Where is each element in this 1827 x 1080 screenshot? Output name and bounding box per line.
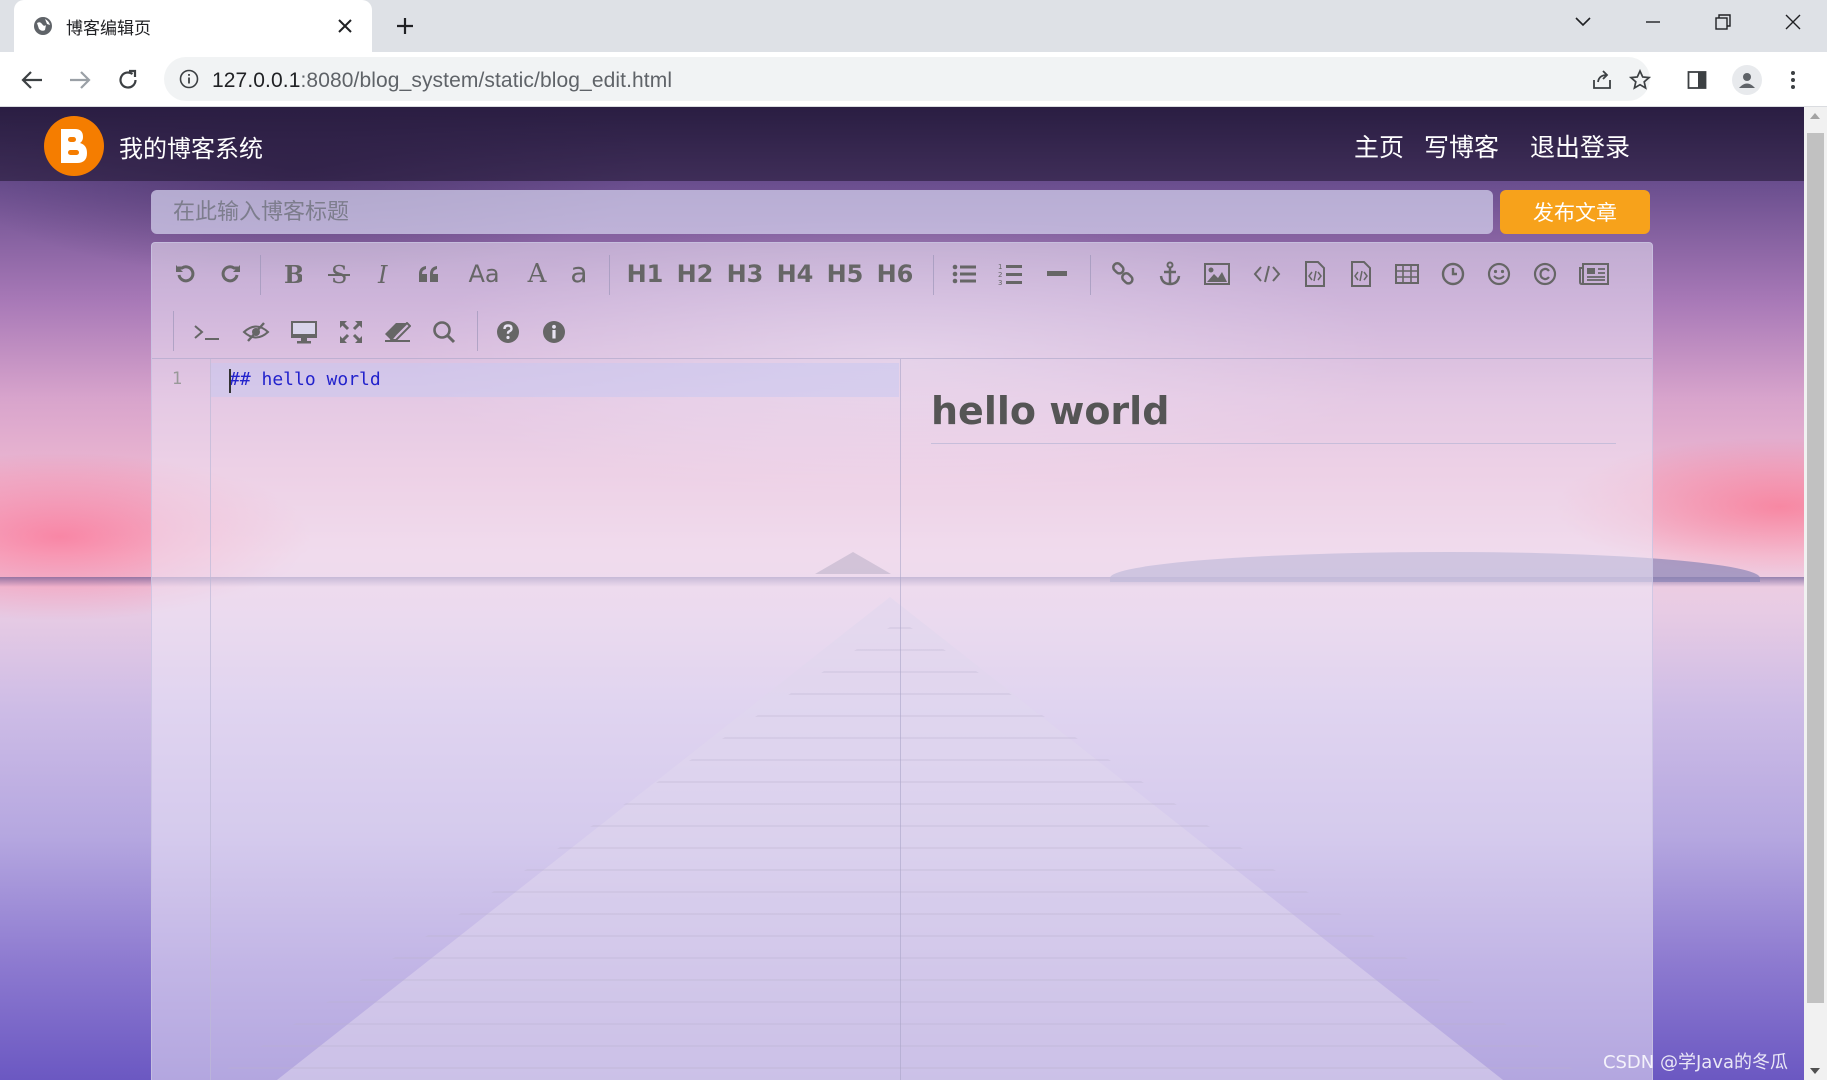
case-toggle-button[interactable]: Aa [462, 257, 506, 291]
heading-h4-button[interactable]: H4 [775, 257, 815, 291]
svg-text:1: 1 [998, 263, 1002, 271]
strikethrough-icon[interactable]: S [324, 257, 354, 291]
more-menu-icon[interactable] [1778, 65, 1808, 95]
toolbar-divider [260, 255, 261, 295]
scrollbar-thumb[interactable] [1807, 133, 1824, 1003]
forward-arrow-icon[interactable] [62, 62, 98, 98]
unordered-list-icon[interactable] [949, 257, 979, 291]
url-text: 127.0.0.1:8080/blog_system/static/blog_e… [212, 69, 672, 93]
help-question-icon[interactable] [493, 315, 523, 349]
heading-h1-button[interactable]: H1 [625, 257, 665, 291]
toolbar-divider [173, 311, 174, 351]
preview-monitor-icon[interactable] [287, 315, 321, 349]
bold-icon[interactable]: B [277, 257, 307, 291]
preformatted-text-icon[interactable] [1346, 257, 1376, 291]
terminal-goto-line-icon[interactable] [190, 315, 224, 349]
horizontal-rule-icon[interactable] [1042, 257, 1072, 291]
address-bar[interactable]: 127.0.0.1:8080/blog_system/static/blog_e… [164, 57, 1653, 101]
reload-icon[interactable] [110, 62, 146, 98]
emoji-smile-icon[interactable] [1484, 257, 1514, 291]
redo-icon[interactable] [216, 257, 246, 291]
side-panel-icon[interactable] [1682, 65, 1712, 95]
back-arrow-icon[interactable] [14, 62, 50, 98]
tab-title: 博客编辑页 [66, 18, 151, 39]
italic-icon[interactable]: I [370, 257, 400, 291]
blog-title-input[interactable] [151, 190, 1493, 234]
blockquote-icon[interactable] [414, 257, 444, 291]
ordered-list-icon[interactable]: 123 [995, 257, 1025, 291]
fullscreen-expand-icon[interactable] [334, 315, 368, 349]
markdown-code-pane[interactable]: 1 ## hello world [152, 359, 901, 1080]
heading-h2-button[interactable]: H2 [675, 257, 715, 291]
nav-write-blog-link[interactable]: 写博客 [1424, 128, 1499, 164]
browser-toolbar: 127.0.0.1:8080/blog_system/static/blog_e… [0, 52, 1827, 107]
publish-button[interactable]: 发布文章 [1500, 190, 1650, 234]
inline-code-icon[interactable] [1250, 257, 1284, 291]
minimize-icon[interactable] [1620, 0, 1686, 44]
lowercase-button[interactable]: a [564, 255, 594, 289]
page-scrollbar[interactable] [1804, 107, 1827, 1080]
restore-icon[interactable] [1690, 0, 1756, 44]
profile-avatar-icon[interactable] [1732, 65, 1762, 95]
text-cursor [229, 369, 231, 393]
bookmark-star-icon[interactable] [1627, 67, 1653, 93]
toolbar-divider [609, 255, 610, 295]
svg-text:2: 2 [998, 271, 1002, 279]
line-number: 1 [171, 369, 183, 389]
scroll-up-arrow-icon[interactable] [1810, 113, 1820, 119]
markdown-editor: B S I Aa A a H1 H2 H3 H4 H5 H6 1 2 3 1 #… [151, 242, 1653, 1080]
svg-text:I: I [377, 262, 388, 286]
globe-icon [32, 15, 54, 37]
heading-h6-button[interactable]: H6 [875, 257, 915, 291]
site-title: 我的博客系统 [119, 135, 263, 163]
close-tab-icon[interactable] [332, 13, 358, 39]
scroll-down-arrow-icon[interactable] [1810, 1068, 1820, 1074]
watch-eye-slash-icon[interactable] [239, 315, 273, 349]
site-info-icon[interactable] [178, 68, 200, 90]
undo-icon[interactable] [170, 257, 200, 291]
svg-text:B: B [284, 262, 302, 286]
nav-home-link[interactable]: 主页 [1354, 128, 1404, 164]
blog-title-field [151, 190, 1493, 234]
heading-h3-button[interactable]: H3 [725, 257, 765, 291]
url-path: :8080/blog_system/static/blog_edit.html [300, 69, 673, 92]
tab-strip: 博客编辑页 [0, 0, 1827, 52]
new-tab-icon[interactable] [390, 11, 420, 41]
markdown-code-line[interactable]: ## hello world [229, 369, 381, 390]
link-icon[interactable] [1108, 257, 1138, 291]
html-entities-copyright-icon[interactable] [1530, 257, 1560, 291]
toolbar-divider [477, 311, 478, 351]
browser-tab[interactable]: 博客编辑页 [14, 0, 372, 52]
markdown-preview-pane: hello world [901, 359, 1652, 1080]
uppercase-button[interactable]: A [522, 257, 552, 291]
watermark-text: CSDN @学Java的冬瓜 [1602, 1052, 1788, 1073]
toolbar-divider [933, 255, 934, 295]
blog-navbar: 我的博客系统 主页 写博客 退出登录 [0, 107, 1804, 181]
share-icon[interactable] [1589, 67, 1615, 93]
datetime-clock-icon[interactable] [1438, 257, 1468, 291]
svg-text:3: 3 [998, 279, 1002, 286]
toolbar-divider [1090, 255, 1091, 295]
table-icon[interactable] [1392, 257, 1422, 291]
line-number-gutter: 1 [152, 359, 211, 1080]
blogger-logo-icon [44, 116, 104, 176]
anchor-icon[interactable] [1155, 257, 1185, 291]
url-host: 127.0.0.1 [212, 69, 301, 92]
clear-eraser-icon[interactable] [380, 315, 414, 349]
page-viewport: 我的博客系统 主页 写博客 退出登录 发布文章 B S I [0, 107, 1804, 1080]
image-icon[interactable] [1202, 257, 1232, 291]
pagebreak-newspaper-icon[interactable] [1577, 257, 1611, 291]
search-icon[interactable] [427, 315, 461, 349]
heading-h5-button[interactable]: H5 [825, 257, 865, 291]
preview-heading: hello world [931, 389, 1616, 444]
code-block-icon[interactable] [1300, 257, 1330, 291]
editor-toolbar: B S I Aa A a H1 H2 H3 H4 H5 H6 1 2 3 [152, 243, 1652, 359]
close-window-icon[interactable] [1760, 0, 1826, 44]
nav-logout-link[interactable]: 退出登录 [1530, 128, 1630, 164]
tab-search-chevron-icon[interactable] [1550, 0, 1616, 44]
info-icon[interactable] [539, 315, 569, 349]
